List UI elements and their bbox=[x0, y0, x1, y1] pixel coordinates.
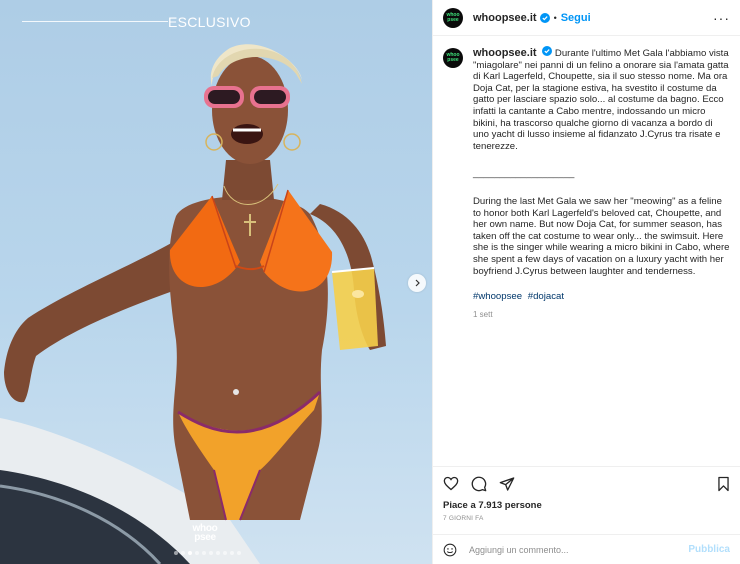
caption-divider: ___________________ bbox=[473, 168, 575, 180]
comment-icon[interactable] bbox=[471, 476, 487, 492]
carousel-dot[interactable] bbox=[230, 551, 234, 555]
carousel-dot[interactable] bbox=[209, 551, 213, 555]
carousel-dot[interactable] bbox=[188, 551, 192, 555]
caption-avatar[interactable]: whoo psee bbox=[443, 48, 463, 68]
carousel-dot[interactable] bbox=[216, 551, 220, 555]
caption-text-en: During the last Met Gala we saw her "meo… bbox=[473, 195, 730, 277]
carousel-dot[interactable] bbox=[195, 551, 199, 555]
likes-count[interactable]: Piace a 7.913 persone bbox=[433, 500, 740, 511]
carousel-dot[interactable] bbox=[223, 551, 227, 555]
caption-avatar-text-line2: psee bbox=[447, 57, 459, 63]
avatar[interactable]: whoo psee bbox=[443, 7, 463, 28]
carousel-dot[interactable] bbox=[202, 551, 206, 555]
heart-icon[interactable] bbox=[443, 476, 459, 491]
comment-form: Pubblica bbox=[433, 534, 740, 564]
whoopsee-watermark: whoo psee bbox=[190, 524, 220, 543]
exclusive-label: ESCLUSIVO bbox=[168, 14, 251, 30]
next-slide-button[interactable] bbox=[408, 274, 426, 292]
caption-verified-badge-icon bbox=[542, 46, 553, 56]
carousel-dot[interactable] bbox=[174, 551, 178, 555]
watermark-line2: psee bbox=[194, 532, 216, 543]
separator-dot: • bbox=[553, 12, 557, 23]
hashtag-list: #whoopsee #dojacat bbox=[473, 291, 730, 303]
instagram-post: ESCLUSIVO whoo psee whoo psee whoopsee.i… bbox=[0, 0, 740, 564]
carousel-dot[interactable] bbox=[237, 551, 241, 555]
bookmark-icon[interactable] bbox=[717, 476, 730, 492]
photo-illustration bbox=[0, 44, 386, 564]
hashtag-link[interactable]: #whoopsee bbox=[473, 291, 522, 302]
caption-section: whoo psee whoopsee.it Durante l'ultimo M… bbox=[433, 36, 740, 466]
carousel-indicator bbox=[174, 551, 241, 555]
exclusive-line-decoration bbox=[22, 21, 168, 22]
follow-button[interactable]: Segui bbox=[561, 12, 591, 24]
share-icon[interactable] bbox=[499, 476, 515, 492]
comment-input[interactable] bbox=[467, 543, 689, 556]
caption-time-ago: 1 sett bbox=[473, 309, 493, 319]
post-header: whoo psee whoopsee.it • Segui ··· bbox=[433, 0, 740, 36]
caption-avatar-logo: whoo psee bbox=[446, 53, 459, 63]
post-photo[interactable]: ESCLUSIVO whoo psee bbox=[0, 0, 432, 564]
hashtag-link[interactable]: #dojacat bbox=[528, 291, 564, 302]
caption-text-it: Durante l'ultimo Met Gala l'abbiamo vist… bbox=[473, 48, 729, 152]
caption-username[interactable]: whoopsee.it bbox=[473, 47, 537, 59]
avatar-text-line2: psee bbox=[447, 16, 459, 23]
caption-italian: whoopsee.it Durante l'ultimo Met Gala l'… bbox=[473, 46, 730, 152]
username-link[interactable]: whoopsee.it bbox=[473, 12, 537, 24]
chevron-right-icon bbox=[415, 279, 420, 287]
caption-body: whoopsee.it Durante l'ultimo Met Gala l'… bbox=[473, 46, 730, 466]
action-bar bbox=[433, 466, 740, 500]
verified-badge-icon bbox=[539, 12, 550, 23]
avatar-logo: whoo psee bbox=[446, 12, 459, 23]
publish-button[interactable]: Pubblica bbox=[688, 544, 730, 555]
post-date: 7 GIORNI FA bbox=[443, 515, 484, 522]
carousel-dot[interactable] bbox=[181, 551, 185, 555]
emoji-icon[interactable] bbox=[443, 543, 457, 557]
post-side-panel: whoo psee whoopsee.it • Segui ··· whoo p… bbox=[432, 0, 740, 564]
more-options-icon[interactable]: ··· bbox=[713, 11, 730, 25]
